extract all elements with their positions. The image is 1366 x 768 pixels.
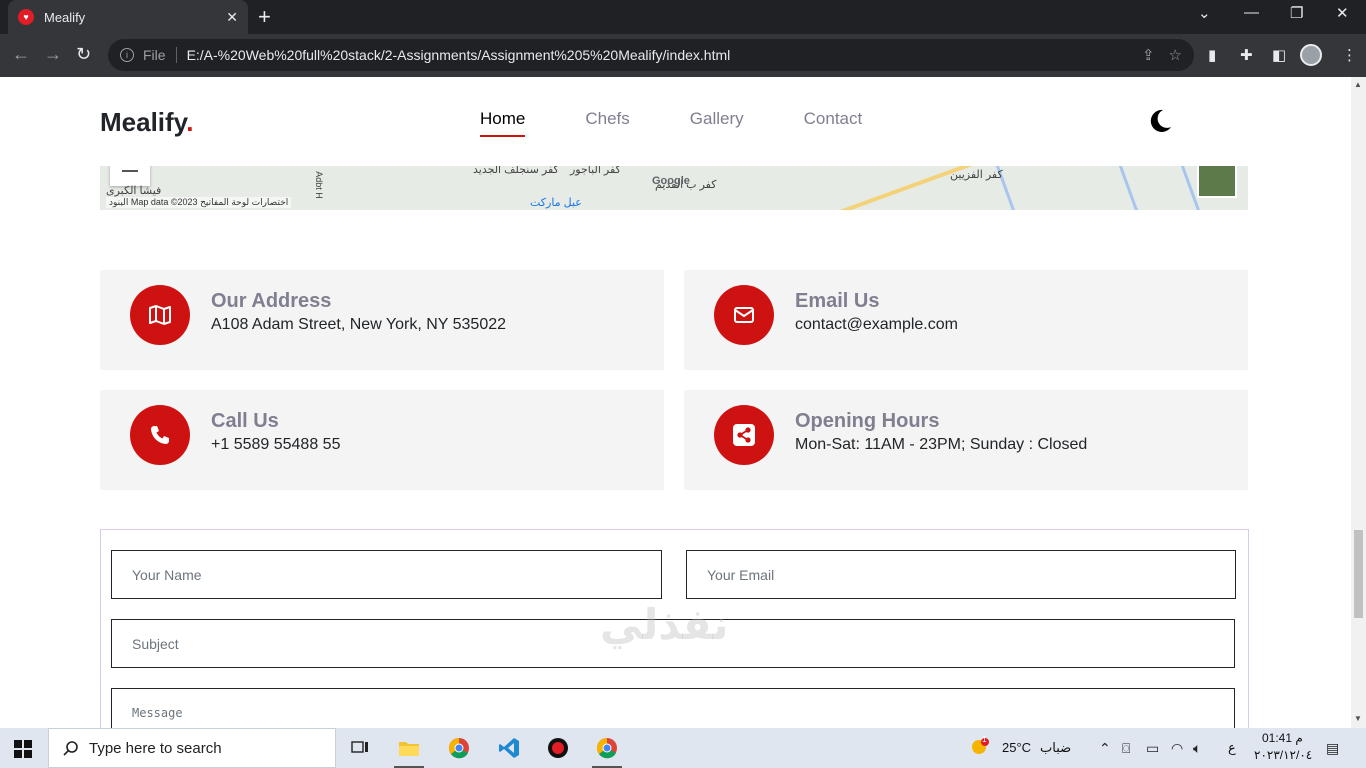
tab-title: Mealify <box>44 9 86 25</box>
vscode-icon[interactable] <box>486 728 532 768</box>
map-label: كفر الباجور <box>570 166 621 176</box>
minimize-icon[interactable]: — <box>1244 4 1259 21</box>
forward-icon[interactable]: → <box>44 44 62 65</box>
tab-search-icon[interactable]: ⌄ <box>1198 4 1211 22</box>
taskbar-search[interactable]: Type here to search <box>48 728 336 768</box>
info-title: Email Us <box>795 290 880 312</box>
favicon-icon: ♥ <box>18 9 34 25</box>
notifications-icon[interactable]: ▤ <box>1326 740 1339 757</box>
map-credit: البنود Map data ©2023 اختصارات لوحة المف… <box>106 197 292 208</box>
info-card-email: Email Us contact@example.com <box>684 270 1248 370</box>
back-icon[interactable]: ← <box>12 44 30 65</box>
file-label: File <box>143 47 166 63</box>
info-card-phone: Call Us +1 5589 55488 55 <box>100 390 664 490</box>
browser-tab-bar: ♥ Mealify ✕ + ⌄ — ❐ ✕ <box>0 0 1366 34</box>
restore-icon[interactable]: ❐ <box>1290 4 1303 22</box>
file-explorer-icon[interactable] <box>386 728 432 768</box>
info-card-hours: Opening Hours Mon-Sat: 11AM - 23PM; Sund… <box>684 390 1248 490</box>
bookmark-star-icon[interactable]: ☆ <box>1169 46 1182 64</box>
site-logo[interactable]: Mealify. <box>100 107 193 138</box>
language-indicator[interactable]: ع <box>1228 740 1236 756</box>
recorder-icon[interactable] <box>535 728 581 768</box>
name-input[interactable]: Your Name <box>111 550 662 599</box>
search-icon <box>63 741 78 756</box>
info-value: contact@example.com <box>795 316 958 333</box>
location-map[interactable]: كفر سنجلف الجديد كفر الباجور كفر ب القدي… <box>100 166 1248 210</box>
site-header: Mealify. Home Chefs Gallery Contact <box>0 77 1351 166</box>
map-zoom-out-button[interactable] <box>110 166 150 186</box>
map-river <box>1117 166 1142 210</box>
nav-chefs[interactable]: Chefs <box>585 109 629 137</box>
map-shortcuts-link[interactable]: اختصارات لوحة المفاتيح <box>200 197 288 207</box>
puzzle-icon[interactable]: ✚ <box>1240 46 1253 64</box>
menu-kebab-icon[interactable]: ⋮ <box>1342 46 1357 64</box>
scroll-down-arrow-icon[interactable]: ▼ <box>1354 714 1362 723</box>
email-input[interactable]: Your Email <box>686 550 1236 599</box>
phone-icon <box>130 405 190 465</box>
nav-home[interactable]: Home <box>480 109 526 137</box>
wifi-icon[interactable]: ◠ <box>1171 740 1183 757</box>
weather-badge: 1 <box>982 735 987 744</box>
volume-icon[interactable]: 🔈︎ <box>1193 740 1201 757</box>
window-close-icon[interactable]: ✕ <box>1336 4 1349 22</box>
battery-icon[interactable]: ▭ <box>1146 740 1159 757</box>
task-view-icon[interactable] <box>337 728 383 768</box>
info-value: +1 5589 55488 55 <box>211 436 341 453</box>
site-info-icon[interactable]: i <box>120 48 134 62</box>
chrome-active-icon[interactable] <box>584 728 630 768</box>
nav-gallery[interactable]: Gallery <box>690 109 744 137</box>
profile-avatar[interactable] <box>1300 44 1322 66</box>
info-title: Opening Hours <box>795 410 940 432</box>
map-icon <box>130 285 190 345</box>
map-satellite-toggle[interactable] <box>1197 166 1237 198</box>
map-label: Adbt H <box>313 171 324 199</box>
main-nav: Home Chefs Gallery Contact <box>480 109 862 137</box>
reload-icon[interactable]: ↻ <box>76 44 91 65</box>
dark-mode-moon-icon[interactable] <box>1146 107 1174 135</box>
url-text[interactable]: E:/A-%20Web%20full%20stack/2-Assignments… <box>187 47 1128 63</box>
map-data-credit: Map data ©2023 <box>130 197 198 207</box>
browser-toolbar: ← → ↻ i File E:/A-%20Web%20full%20stack/… <box>0 34 1366 77</box>
temperature: 25°C <box>1002 740 1032 755</box>
side-panel-icon[interactable]: ◧ <box>1272 46 1286 64</box>
message-textarea[interactable]: Message <box>111 688 1235 728</box>
map-terms-link[interactable]: البنود <box>109 197 128 207</box>
extension-icon[interactable]: ▮ <box>1208 46 1216 64</box>
meet-icon[interactable]: ⌼ <box>1122 740 1130 757</box>
logo-dot: . <box>186 107 194 137</box>
map-label: فيشا الكبرى <box>106 185 162 197</box>
envelope-icon <box>714 285 774 345</box>
info-value: A108 Adam Street, New York, NY 535022 <box>211 316 507 333</box>
page-scrollbar[interactable]: ▲ ▼ <box>1351 77 1366 728</box>
address-separator <box>175 47 177 63</box>
watermark: نفذلي <box>600 601 729 648</box>
weather-icon[interactable]: 1 <box>970 735 990 757</box>
scroll-thumb[interactable] <box>1354 530 1363 618</box>
chevron-up-icon[interactable]: ⌃ <box>1099 740 1111 757</box>
google-logo: Google <box>652 175 690 187</box>
clock-date[interactable]: ٢٠٢٣/١٢/٠٤ <box>1254 748 1312 762</box>
info-value: Mon-Sat: 11AM - 23PM; Sunday : Closed <box>795 436 1088 453</box>
share-icon <box>714 405 774 465</box>
windows-start-icon[interactable] <box>14 740 32 758</box>
clock-time[interactable]: 01:41 م <box>1262 731 1303 745</box>
logo-text: Mealify <box>100 107 187 137</box>
map-label: كفر سنجلف الجديد <box>473 166 559 176</box>
share-icon[interactable]: ⇪ <box>1142 46 1155 64</box>
new-tab-button[interactable]: + <box>258 6 271 28</box>
tab-close-icon[interactable]: ✕ <box>226 9 238 26</box>
address-bar[interactable]: i File E:/A-%20Web%20full%20stack/2-Assi… <box>108 39 1194 71</box>
map-label: كفر الفزيين <box>950 169 1003 181</box>
chrome-icon[interactable] <box>436 728 482 768</box>
info-card-address: Our Address A108 Adam Street, New York, … <box>100 270 664 370</box>
search-placeholder: Type here to search <box>89 739 222 757</box>
windows-taskbar: Type here to search 1 25°C ضباب ⌃ ⌼ ▭ ◠ … <box>0 728 1366 768</box>
map-label: عبل ماركت <box>530 197 582 209</box>
info-title: Our Address <box>211 290 332 312</box>
weather-text: ضباب <box>1040 740 1072 755</box>
info-title: Call Us <box>211 410 279 432</box>
browser-tab[interactable]: ♥ Mealify ✕ <box>8 0 248 34</box>
nav-contact[interactable]: Contact <box>804 109 863 137</box>
scroll-up-arrow-icon[interactable]: ▲ <box>1354 80 1362 89</box>
